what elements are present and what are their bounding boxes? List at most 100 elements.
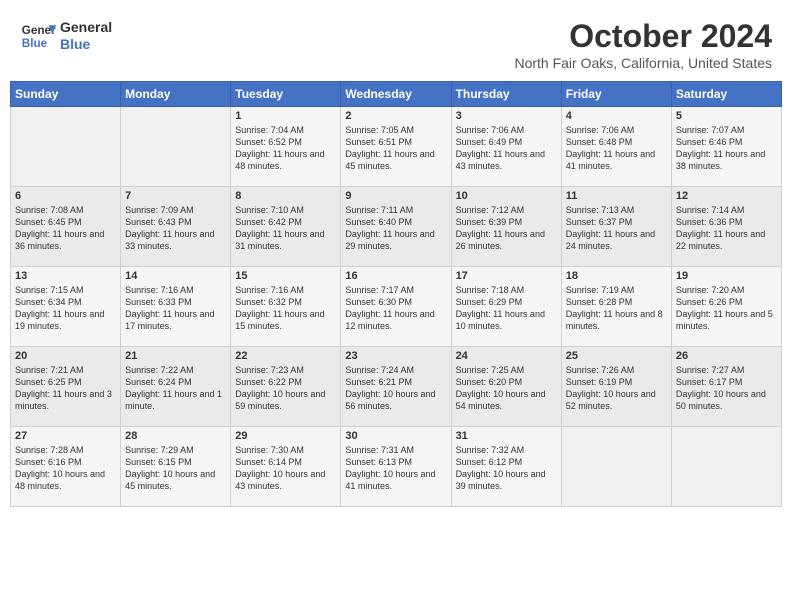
day-info: Sunrise: 7:28 AM Sunset: 6:16 PM Dayligh… — [15, 444, 116, 493]
day-info: Sunrise: 7:04 AM Sunset: 6:52 PM Dayligh… — [235, 124, 336, 173]
day-number: 6 — [15, 190, 116, 202]
day-number: 19 — [676, 270, 777, 282]
day-number: 20 — [15, 350, 116, 362]
day-number: 30 — [345, 430, 446, 442]
weekday-header: Wednesday — [341, 82, 451, 107]
day-info: Sunrise: 7:08 AM Sunset: 6:45 PM Dayligh… — [15, 204, 116, 253]
calendar-week: 27 Sunrise: 7:28 AM Sunset: 6:16 PM Dayli… — [11, 427, 782, 507]
day-info: Sunrise: 7:21 AM Sunset: 6:25 PM Dayligh… — [15, 364, 116, 413]
day-info: Sunrise: 7:09 AM Sunset: 6:43 PM Dayligh… — [125, 204, 226, 253]
calendar-day: 6 Sunrise: 7:08 AM Sunset: 6:45 PM Daylig… — [11, 187, 121, 267]
day-info: Sunrise: 7:10 AM Sunset: 6:42 PM Dayligh… — [235, 204, 336, 253]
day-info: Sunrise: 7:11 AM Sunset: 6:40 PM Dayligh… — [345, 204, 446, 253]
calendar-day: 11Sunrise: 7:13 AM Sunset: 6:37 PM Dayli… — [561, 187, 671, 267]
calendar-day: 8 Sunrise: 7:10 AM Sunset: 6:42 PM Daylig… — [231, 187, 341, 267]
calendar-day: 7Sunrise: 7:09 AM Sunset: 6:43 PM Daylig… — [121, 187, 231, 267]
day-number: 16 — [345, 270, 446, 282]
day-info: Sunrise: 7:07 AM Sunset: 6:46 PM Dayligh… — [676, 124, 777, 173]
day-number: 21 — [125, 350, 226, 362]
day-info: Sunrise: 7:15 AM Sunset: 6:34 PM Dayligh… — [15, 284, 116, 333]
day-number: 23 — [345, 350, 446, 362]
calendar-day: 5 Sunrise: 7:07 AM Sunset: 6:46 PM Daylig… — [671, 107, 781, 187]
day-info: Sunrise: 7:32 AM Sunset: 6:12 PM Dayligh… — [456, 444, 557, 493]
day-number: 28 — [125, 430, 226, 442]
calendar-day: 22 Sunrise: 7:23 AM Sunset: 6:22 PM Dayli… — [231, 347, 341, 427]
calendar-day: 2 Sunrise: 7:05 AM Sunset: 6:51 PM Daylig… — [341, 107, 451, 187]
calendar-day: 12Sunrise: 7:14 AM Sunset: 6:36 PM Dayli… — [671, 187, 781, 267]
logo-line2: Blue — [60, 36, 112, 53]
weekday-header: Saturday — [671, 82, 781, 107]
calendar-day: 24 Sunrise: 7:25 AM Sunset: 6:20 PM Dayli… — [451, 347, 561, 427]
day-info: Sunrise: 7:13 AM Sunset: 6:37 PM Dayligh… — [566, 204, 667, 253]
logo-icon: General Blue — [20, 18, 56, 54]
day-number: 5 — [676, 110, 777, 122]
calendar-day: 23 Sunrise: 7:24 AM Sunset: 6:21 PM Dayli… — [341, 347, 451, 427]
weekday-header: Monday — [121, 82, 231, 107]
day-number: 3 — [456, 110, 557, 122]
day-number: 9 — [345, 190, 446, 202]
day-info: Sunrise: 7:24 AM Sunset: 6:21 PM Dayligh… — [345, 364, 446, 413]
calendar-week: 6 Sunrise: 7:08 AM Sunset: 6:45 PM Daylig… — [11, 187, 782, 267]
day-number: 18 — [566, 270, 667, 282]
calendar-day — [121, 107, 231, 187]
calendar-week: 13 Sunrise: 7:15 AM Sunset: 6:34 PM Dayli… — [11, 267, 782, 347]
day-number: 2 — [345, 110, 446, 122]
calendar-day — [671, 427, 781, 507]
calendar-day: 28 Sunrise: 7:29 AM Sunset: 6:15 PM Dayli… — [121, 427, 231, 507]
calendar-day: 31 Sunrise: 7:32 AM Sunset: 6:12 PM Dayli… — [451, 427, 561, 507]
calendar-day: 1 Sunrise: 7:04 AM Sunset: 6:52 PM Daylig… — [231, 107, 341, 187]
day-number: 1 — [235, 110, 336, 122]
day-info: Sunrise: 7:16 AM Sunset: 6:32 PM Dayligh… — [235, 284, 336, 333]
calendar-day: 14 Sunrise: 7:16 AM Sunset: 6:33 PM Dayli… — [121, 267, 231, 347]
weekday-header: Friday — [561, 82, 671, 107]
calendar-day: 26 Sunrise: 7:27 AM Sunset: 6:17 PM Dayli… — [671, 347, 781, 427]
day-number: 27 — [15, 430, 116, 442]
weekday-header: Thursday — [451, 82, 561, 107]
title-block: October 2024 North Fair Oaks, California… — [514, 18, 772, 71]
day-number: 29 — [235, 430, 336, 442]
day-number: 26 — [676, 350, 777, 362]
calendar-day — [561, 427, 671, 507]
day-info: Sunrise: 7:30 AM Sunset: 6:14 PM Dayligh… — [235, 444, 336, 493]
calendar-table: SundayMondayTuesdayWednesdayThursdayFrid… — [10, 81, 782, 507]
day-info: Sunrise: 7:17 AM Sunset: 6:30 PM Dayligh… — [345, 284, 446, 333]
day-info: Sunrise: 7:06 AM Sunset: 6:49 PM Dayligh… — [456, 124, 557, 173]
day-number: 24 — [456, 350, 557, 362]
month-title: October 2024 — [514, 18, 772, 55]
day-number: 25 — [566, 350, 667, 362]
day-number: 14 — [125, 270, 226, 282]
day-info: Sunrise: 7:05 AM Sunset: 6:51 PM Dayligh… — [345, 124, 446, 173]
day-number: 10 — [456, 190, 557, 202]
day-info: Sunrise: 7:16 AM Sunset: 6:33 PM Dayligh… — [125, 284, 226, 333]
day-number: 8 — [235, 190, 336, 202]
calendar-day: 13 Sunrise: 7:15 AM Sunset: 6:34 PM Dayli… — [11, 267, 121, 347]
day-info: Sunrise: 7:29 AM Sunset: 6:15 PM Dayligh… — [125, 444, 226, 493]
day-number: 17 — [456, 270, 557, 282]
logo-text: General Blue — [60, 19, 112, 53]
calendar-day: 20 Sunrise: 7:21 AM Sunset: 6:25 PM Dayli… — [11, 347, 121, 427]
day-number: 31 — [456, 430, 557, 442]
svg-text:Blue: Blue — [22, 37, 48, 50]
day-number: 15 — [235, 270, 336, 282]
day-number: 22 — [235, 350, 336, 362]
day-info: Sunrise: 7:31 AM Sunset: 6:13 PM Dayligh… — [345, 444, 446, 493]
calendar-week: 1 Sunrise: 7:04 AM Sunset: 6:52 PM Daylig… — [11, 107, 782, 187]
logo: General Blue General Blue — [20, 18, 112, 54]
calendar-day: 30 Sunrise: 7:31 AM Sunset: 6:13 PM Dayli… — [341, 427, 451, 507]
day-info: Sunrise: 7:19 AM Sunset: 6:28 PM Dayligh… — [566, 284, 667, 333]
day-info: Sunrise: 7:12 AM Sunset: 6:39 PM Dayligh… — [456, 204, 557, 253]
day-info: Sunrise: 7:22 AM Sunset: 6:24 PM Dayligh… — [125, 364, 226, 413]
day-info: Sunrise: 7:25 AM Sunset: 6:20 PM Dayligh… — [456, 364, 557, 413]
day-number: 4 — [566, 110, 667, 122]
calendar-day — [11, 107, 121, 187]
day-info: Sunrise: 7:27 AM Sunset: 6:17 PM Dayligh… — [676, 364, 777, 413]
day-info: Sunrise: 7:23 AM Sunset: 6:22 PM Dayligh… — [235, 364, 336, 413]
calendar-day: 21 Sunrise: 7:22 AM Sunset: 6:24 PM Dayli… — [121, 347, 231, 427]
logo-line1: General — [60, 19, 112, 36]
day-number: 13 — [15, 270, 116, 282]
calendar-day: 18 Sunrise: 7:19 AM Sunset: 6:28 PM Dayli… — [561, 267, 671, 347]
calendar-header: SundayMondayTuesdayWednesdayThursdayFrid… — [11, 82, 782, 107]
calendar-day: 10 Sunrise: 7:12 AM Sunset: 6:39 PM Dayli… — [451, 187, 561, 267]
calendar-body: 1 Sunrise: 7:04 AM Sunset: 6:52 PM Daylig… — [11, 107, 782, 507]
calendar-day: 3 Sunrise: 7:06 AM Sunset: 6:49 PM Daylig… — [451, 107, 561, 187]
